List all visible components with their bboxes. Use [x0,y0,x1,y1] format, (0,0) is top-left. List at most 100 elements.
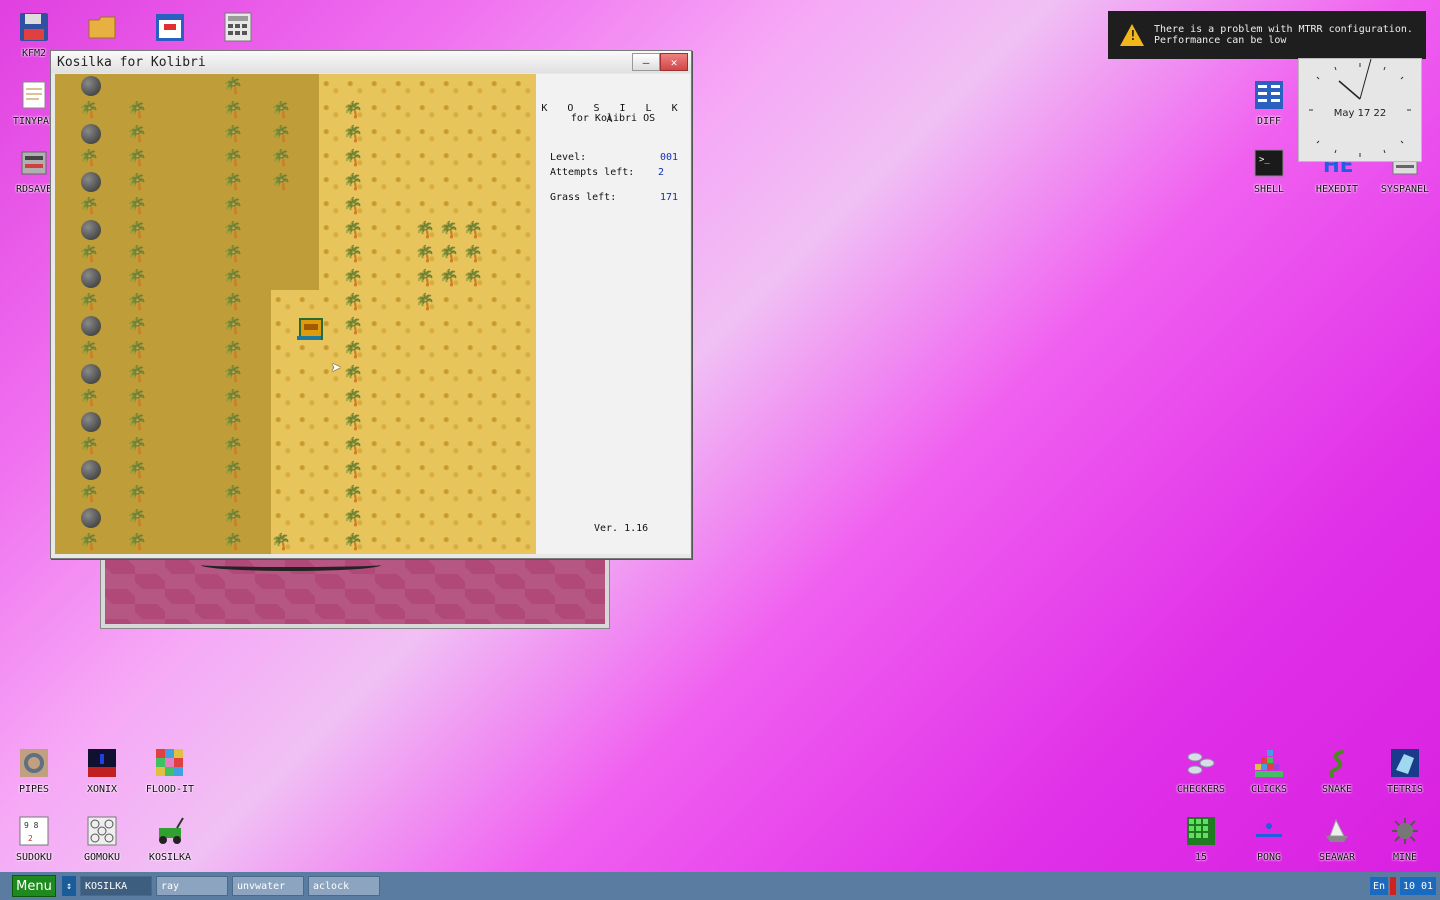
palm-tree-icon: 🌴 [343,340,363,359]
desktop-icon-tetris[interactable]: TETRIS [1371,746,1439,795]
checkers-icon [1184,746,1218,780]
rock-icon [81,508,101,528]
palm-tree-icon: 🌴 [79,100,99,119]
desktop-icon-shell[interactable]: >_ SHELL [1235,146,1303,195]
notification-text: There is a problem with MTRR configurati… [1154,24,1413,46]
rock-icon [81,316,101,336]
palm-tree-icon: 🌴 [343,316,363,335]
version-text: Ver. 1.16 [594,523,649,534]
palm-tree-icon: 🌴 [127,124,147,143]
palm-tree-icon: 🌴 [223,196,243,215]
palm-tree-icon: 🌴 [343,484,363,503]
palm-tree-icon: 🌴 [127,172,147,191]
background-window-arc [201,559,381,571]
palm-tree-icon: 🌴 [127,196,147,215]
desktop-icon-checkers[interactable]: CHECKERS [1167,746,1235,795]
clicks-icon [1252,746,1286,780]
palm-tree-icon: 🌴 [415,244,435,263]
task-kosilka[interactable]: KOSILKA [80,876,152,896]
palm-tree-icon: 🌴 [223,412,243,431]
rdsave-icon [17,146,51,180]
level-value: 001 [659,152,678,163]
desktop-icon-pipes[interactable]: PIPES [0,746,68,795]
palm-tree-icon: 🌴 [223,76,243,95]
svg-text:9 8: 9 8 [24,821,39,830]
desktop-icon-calendar[interactable] [136,10,204,48]
palm-tree-icon: 🌴 [79,532,99,551]
game-subtitle: for Kolibri OS [570,113,656,124]
palm-tree-icon: 🌴 [223,508,243,527]
switch-arrow-icon[interactable]: ↕ [62,876,76,896]
taskbar: Menu ↕ KOSILKA ray unvwater aclock En 10… [0,872,1440,900]
language-indicator[interactable]: En [1370,877,1388,895]
palm-tree-icon: 🌴 [463,220,483,239]
palm-tree-icon: 🌴 [127,412,147,431]
task-unvwater[interactable]: unvwater [232,876,304,896]
shell-icon: >_ [1252,146,1286,180]
rock-icon [81,220,101,240]
desktop-icon-flood-it[interactable]: FLOOD-IT [136,746,204,795]
desktop-icon-snake[interactable]: SNAKE [1303,746,1371,795]
lawnmower-base [297,336,321,340]
desktop-icon-clicks[interactable]: CLICKS [1235,746,1303,795]
folder-icon [85,10,119,44]
status-indicator [1390,877,1396,895]
palm-tree-icon: 🌴 [439,220,459,239]
palm-tree-icon: 🌴 [343,460,363,479]
palm-tree-icon: 🌴 [343,220,363,239]
desktop-icon-xonix[interactable]: XONIX [68,746,136,795]
palm-tree-icon: 🌴 [415,220,435,239]
rock-icon [81,76,101,96]
grass-label: Grass left: [550,192,617,203]
palm-tree-icon: 🌴 [343,532,363,551]
desktop-icon-sudoku[interactable]: 9 82 SUDOKU [0,814,68,863]
attempts-label: Attempts left: [550,167,635,178]
palm-tree-icon: 🌴 [223,220,243,239]
window-titlebar[interactable]: Kosilka for Kolibri [51,51,691,73]
palm-tree-icon: 🌴 [463,244,483,263]
desktop-icon-mine[interactable]: MINE [1371,814,1439,863]
palm-tree-icon: 🌴 [223,436,243,455]
game-board[interactable]: 🌴 🌴 🌴 🌴 🌴 🌴 🌴 🌴 🌴 🌴 🌴 🌴 🌴 🌴 🌴 🌴 🌴 🌴 🌴 🌴 🌴 🌴 🌴 🌴 🌴 🌴 🌴 🌴 🌴 🌴 🌴 🌴 🌴 🌴 🌴 🌴 🌴 🌴 🌴 🌴… [55,74,536,554]
palm-tree-icon: 🌴 [79,340,99,359]
palm-tree-icon: 🌴 [271,148,291,167]
desktop-icon-kosilka[interactable]: KOSILKA [136,814,204,863]
rock-icon [81,268,101,288]
window-title: Kosilka for Kolibri [57,54,206,70]
palm-tree-icon: 🌴 [271,532,291,551]
rock-icon [81,172,101,192]
calendar-icon [153,10,187,44]
taskbar-time[interactable]: 10 01 [1400,877,1436,895]
palm-tree-icon: 🌴 [127,244,147,263]
analog-clock[interactable]: May 17 22 [1298,58,1422,162]
desktop-icon-seawar[interactable]: SEAWAR [1303,814,1371,863]
notepad-icon [17,78,51,112]
desktop-icon-gomoku[interactable]: GOMOKU [68,814,136,863]
mtrr-notification[interactable]: ! There is a problem with MTRR configura… [1108,11,1426,59]
task-ray[interactable]: ray [156,876,228,896]
desktop-icon-pong[interactable]: PONG [1235,814,1303,863]
attempts-row: Attempts left: 2 [550,167,678,178]
task-aclock[interactable]: aclock [308,876,380,896]
desktop-icon-diff[interactable]: DIFF [1235,78,1303,127]
close-button[interactable]: ✕ [660,53,688,71]
palm-tree-icon: 🌴 [79,148,99,167]
desktop-icon-folder[interactable] [68,10,136,48]
palm-tree-icon: 🌴 [79,196,99,215]
seawar-icon [1320,814,1354,848]
fifteen-icon [1184,814,1218,848]
menu-button[interactable]: Menu [12,875,56,897]
palm-tree-icon: 🌴 [223,364,243,383]
desktop-icon-15[interactable]: 15 [1167,814,1235,863]
palm-tree-icon: 🌴 [79,484,99,503]
desktop-icon-calculator[interactable] [204,10,272,48]
kosilka-window[interactable]: Kosilka for Kolibri – ✕ 🌴 🌴 🌴 🌴 🌴 🌴 🌴 🌴 🌴 🌴 🌴 🌴 🌴 🌴 🌴 🌴… [50,50,692,559]
palm-tree-icon: 🌴 [343,148,363,167]
palm-tree-icon: 🌴 [271,100,291,119]
pong-icon [1252,814,1286,848]
minimize-button[interactable]: – [632,53,660,71]
palm-tree-icon: 🌴 [223,292,243,311]
palm-tree-icon: 🌴 [343,412,363,431]
sudoku-icon: 9 82 [17,814,51,848]
palm-tree-icon: 🌴 [79,292,99,311]
